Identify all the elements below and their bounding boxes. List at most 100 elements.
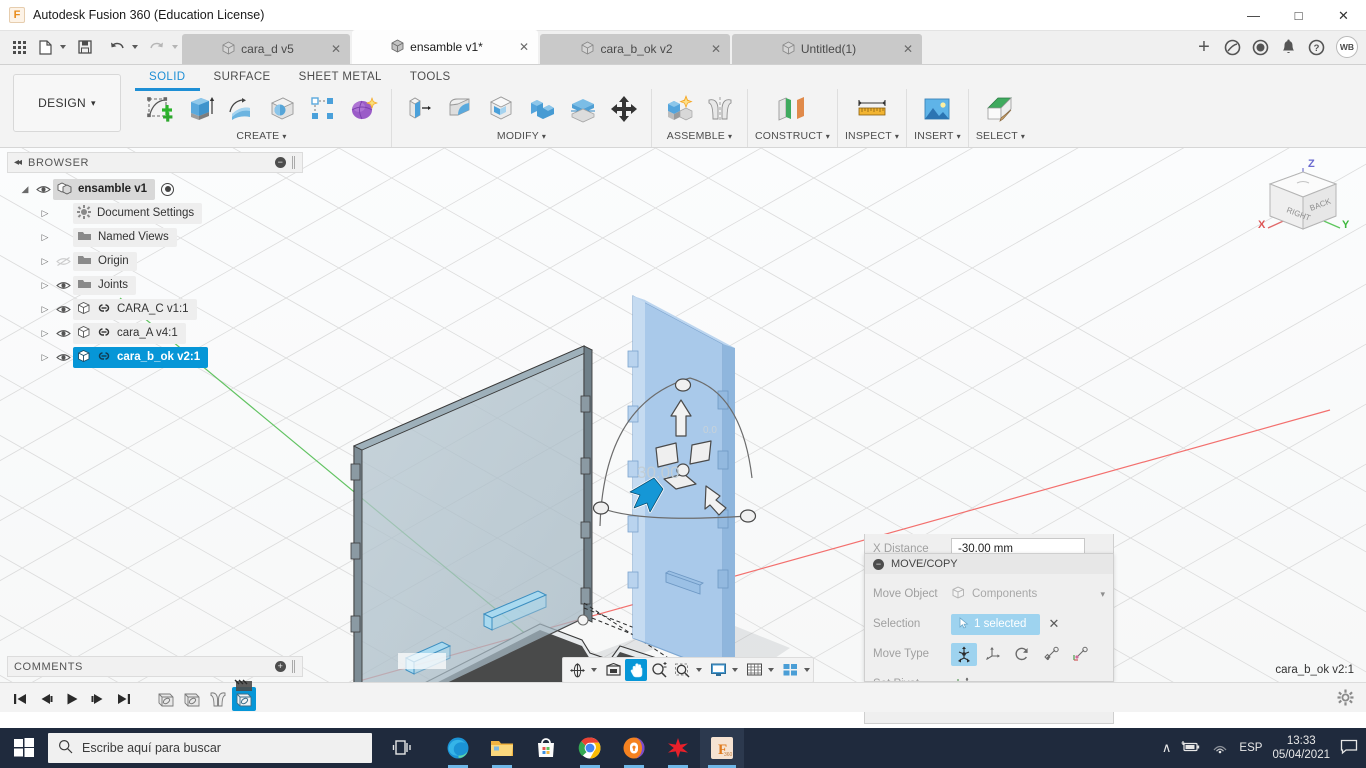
redo-icon[interactable] [144, 34, 170, 60]
ribbon-panel-construct-label[interactable]: CONSTRUCT ▾ [755, 130, 830, 142]
display-caret-icon[interactable] [732, 668, 738, 672]
visibility-eye-icon[interactable] [53, 304, 73, 315]
browser-item-origin[interactable]: ▷ Origin [7, 249, 303, 273]
browser-minimize-icon[interactable]: − [275, 157, 286, 168]
revolve-icon[interactable] [221, 90, 261, 128]
pan-icon[interactable] [625, 659, 647, 681]
twisty-icon[interactable]: ▷ [37, 208, 53, 219]
browser-resize-grip[interactable] [292, 156, 296, 169]
point-to-position-icon[interactable] [1067, 643, 1093, 666]
maximize-button[interactable]: □ [1276, 0, 1321, 31]
clear-selection-icon[interactable]: ✕ [1048, 616, 1059, 632]
move-object-dropdown[interactable]: Components ▾ [951, 585, 1105, 603]
fillet-icon[interactable] [440, 90, 480, 128]
browser-item-cara-c-label[interactable]: CARA_C v1:1 [73, 298, 197, 320]
rotate-icon[interactable] [1009, 643, 1035, 666]
twisty-icon[interactable]: ▷ [37, 232, 53, 243]
set-pivot-icon[interactable] [951, 673, 977, 681]
document-tab-close-icon[interactable]: ✕ [711, 42, 721, 56]
new-document-caret-icon[interactable] [60, 45, 66, 49]
shell-icon[interactable] [481, 90, 521, 128]
show-hidden-icons-chevron[interactable]: ∧ [1162, 740, 1172, 756]
extensions-icon[interactable] [1218, 32, 1246, 62]
visibility-eye-icon[interactable] [33, 184, 53, 195]
browser-item-cara-b-ok-label[interactable]: cara_b_ok v2:1 [73, 346, 209, 368]
browser-item-cara-c[interactable]: ▷ CARA_C v1:1 [7, 297, 303, 321]
help-icon[interactable]: ? [1302, 32, 1330, 62]
avast-icon[interactable] [612, 728, 656, 768]
fit-icon[interactable] [671, 659, 693, 681]
viewports-icon[interactable] [779, 659, 801, 681]
orbit-icon[interactable] [566, 659, 588, 681]
move-copy-dialog[interactable]: − MOVE/COPY Move Object Components ▾ Sel… [864, 553, 1114, 682]
timeline-go-to-end-icon[interactable] [112, 687, 136, 711]
selection-button[interactable]: 1 selected [951, 613, 1041, 635]
undo-caret-icon[interactable] [132, 45, 138, 49]
twisty-icon[interactable]: ▷ [37, 256, 53, 267]
sweep-icon[interactable] [262, 90, 302, 128]
dialog-collapse-icon[interactable]: − [873, 558, 884, 570]
move-copy-dialog-header[interactable]: − MOVE/COPY [865, 554, 1113, 574]
ribbon-tab-sheet-metal[interactable]: SHEET METAL [285, 68, 396, 91]
ribbon-panel-insert-label[interactable]: INSERT ▾ [914, 130, 961, 142]
browser-item-joints[interactable]: ▷ Joints [7, 273, 303, 297]
document-tab-close-icon[interactable]: ✕ [331, 42, 341, 56]
browser-item-named-views[interactable]: ▷ Named Views [7, 225, 303, 249]
chrome-icon[interactable] [568, 728, 612, 768]
ribbon-panel-modify-label[interactable]: MODIFY ▾ [497, 130, 546, 142]
translate-icon[interactable] [980, 643, 1006, 666]
twisty-icon[interactable]: ▷ [37, 304, 53, 315]
visibility-eye-icon[interactable] [53, 328, 73, 339]
fit-caret-icon[interactable] [696, 668, 702, 672]
document-tab-cara-b-ok[interactable]: cara_b_ok v2 ✕ [540, 34, 730, 64]
twisty-icon[interactable]: ◢ [17, 184, 33, 195]
fusion360-icon[interactable]: F 360 [700, 728, 744, 768]
browser-item-joints-label[interactable]: Joints [73, 275, 137, 295]
job-status-icon[interactable] [1246, 32, 1274, 62]
viewports-caret-icon[interactable] [804, 668, 810, 672]
redo-caret-icon[interactable] [172, 45, 178, 49]
grid-snaps-icon[interactable] [743, 659, 765, 681]
document-tab-cara-d[interactable]: cara_d v5 ✕ [182, 34, 350, 64]
visibility-eye-icon[interactable] [53, 280, 73, 291]
browser-item-document-settings-label[interactable]: Document Settings [73, 202, 203, 224]
visibility-eye-off-icon[interactable] [53, 256, 73, 267]
offset-plane-icon[interactable] [769, 90, 815, 128]
taskbar-clock[interactable]: 13:33 05/04/2021 [1272, 734, 1330, 762]
browser-item-document-settings[interactable]: ▷ Document Settings [7, 201, 303, 225]
free-move-icon[interactable] [951, 642, 977, 666]
visibility-eye-icon[interactable] [53, 352, 73, 363]
save-icon[interactable] [72, 34, 98, 60]
twisty-icon[interactable]: ▷ [37, 352, 53, 363]
activate-component-radio[interactable] [161, 182, 175, 196]
browser-item-cara-b-ok[interactable]: ▷ cara_b_ok v2:1 [7, 345, 303, 369]
timeline-settings-icon[interactable] [1337, 689, 1354, 711]
document-tab-close-icon[interactable]: ✕ [519, 40, 529, 54]
select-icon[interactable] [977, 90, 1023, 128]
browser-item-ensamble[interactable]: ◢ ensamble v1 [7, 177, 303, 201]
minimize-button[interactable]: — [1231, 0, 1276, 31]
display-settings-icon[interactable] [707, 659, 729, 681]
insert-image-icon[interactable] [914, 90, 960, 128]
edge-icon[interactable] [436, 728, 480, 768]
timeline-play-icon[interactable] [60, 687, 84, 711]
document-tab-untitled[interactable]: Untitled(1) ✕ [732, 34, 922, 64]
browser-item-cara-a-label[interactable]: cara_A v4:1 [73, 322, 186, 344]
move-copy-icon[interactable] [604, 90, 644, 128]
ribbon-tab-surface[interactable]: SURFACE [200, 68, 285, 91]
microsoft-store-icon[interactable] [524, 728, 568, 768]
new-component-icon[interactable] [659, 90, 699, 128]
ribbon-panel-assemble-label[interactable]: ASSEMBLE ▾ [667, 130, 732, 142]
red-app-icon[interactable] [656, 728, 700, 768]
timeline-step-forward-icon[interactable] [86, 687, 110, 711]
wifi-icon[interactable] [1211, 740, 1229, 757]
action-center-icon[interactable] [1340, 739, 1358, 758]
combine-icon[interactable] [522, 90, 562, 128]
chevron-down-icon[interactable]: ▾ [1100, 589, 1105, 600]
new-document-icon[interactable] [32, 34, 58, 60]
browser-item-named-views-label[interactable]: Named Views [73, 227, 177, 247]
battery-icon[interactable] [1181, 740, 1201, 757]
timeline-joint-node[interactable] [206, 687, 230, 711]
document-tab-ensamble[interactable]: ensamble v1* ✕ [352, 30, 538, 64]
comments-resize-grip[interactable] [292, 660, 296, 673]
